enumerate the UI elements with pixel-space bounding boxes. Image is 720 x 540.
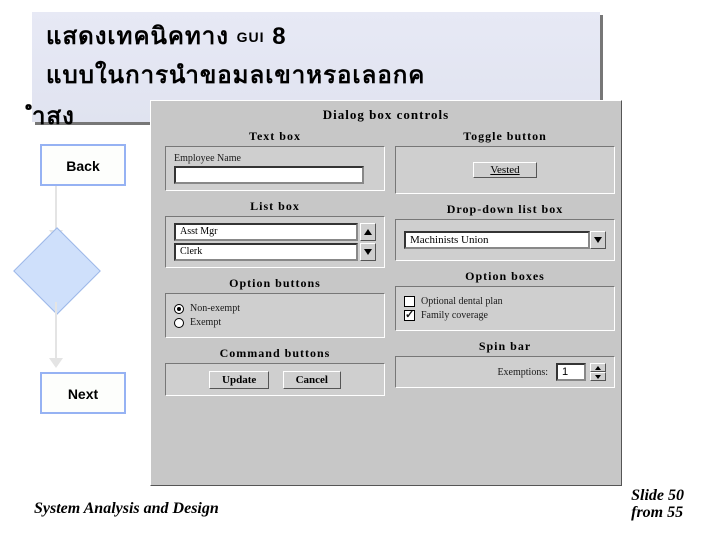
checks-label: Option boxes — [395, 269, 615, 284]
section-cmd: Command buttons Update Cancel — [165, 346, 385, 396]
arrow-line-2 — [55, 302, 57, 360]
dropdown-button[interactable] — [590, 231, 606, 249]
textbox-field-label: Employee Name — [174, 153, 376, 164]
section-listbox: List box Asst Mgr Clerk — [165, 199, 385, 268]
check-family[interactable] — [404, 310, 415, 321]
dropdown-control[interactable]: Machinists Union — [404, 231, 606, 249]
section-spin: Spin bar Exemptions: 1 — [395, 339, 615, 388]
cancel-button[interactable]: Cancel — [283, 371, 341, 389]
spin-caption: Exemptions: — [497, 367, 548, 378]
check-label-1: Optional dental plan — [421, 296, 503, 307]
update-button[interactable]: Update — [209, 371, 269, 389]
scroll-up-button[interactable] — [360, 223, 376, 241]
back-label: Back — [66, 158, 99, 174]
chevron-down-icon — [595, 375, 601, 379]
next-label: Next — [68, 386, 98, 402]
cancel-label: Cancel — [296, 374, 328, 386]
chevron-up-icon — [595, 366, 601, 370]
dropdown-label: Drop-down list box — [395, 202, 615, 217]
back-box[interactable]: Back — [40, 144, 126, 186]
radio-exempt[interactable] — [174, 318, 184, 328]
title-line-3: ำสง — [32, 96, 75, 135]
section-radios: Option buttons Non-exempt Exempt — [165, 276, 385, 338]
chevron-down-icon — [364, 249, 372, 255]
title-line-2: แบบในการนำขอมลเขาหรอเลอกค — [46, 55, 586, 94]
section-checks: Option boxes Optional dental plan Family… — [395, 269, 615, 331]
textbox-label: Text box — [165, 129, 385, 144]
title-line-1: แสดงเทคนิคทาง GUI 8 — [46, 16, 586, 55]
toggle-value: Vested — [490, 164, 519, 176]
spin-up-button[interactable] — [590, 363, 606, 372]
employee-name-input[interactable] — [174, 166, 364, 184]
vested-toggle[interactable]: Vested — [473, 162, 536, 178]
chevron-up-icon — [364, 229, 372, 235]
spin-down-button[interactable] — [590, 372, 606, 381]
radio-nonexempt[interactable] — [174, 304, 184, 314]
panel-title: Dialog box controls — [151, 101, 621, 131]
arrow-line-1 — [55, 186, 57, 232]
toggle-label: Toggle button — [395, 129, 615, 144]
scroll-down-button[interactable] — [360, 243, 376, 261]
decision-diamond — [13, 227, 101, 315]
col-right: Toggle button Vested Drop-down list box … — [395, 129, 615, 396]
radio-label-2: Exempt — [190, 317, 221, 328]
dropdown-value: Machinists Union — [404, 231, 590, 249]
spin-label: Spin bar — [395, 339, 615, 354]
section-textbox: Text box Employee Name — [165, 129, 385, 191]
check-label-2: Family coverage — [421, 310, 488, 321]
list-item[interactable]: Asst Mgr — [174, 223, 358, 241]
spin-value: 1 — [556, 363, 586, 381]
col-left: Text box Employee Name List box Asst Mgr… — [165, 129, 385, 404]
footer-left: System Analysis and Design — [34, 500, 219, 518]
dialog-panel: Dialog box controls Text box Employee Na… — [150, 100, 622, 486]
update-label: Update — [222, 374, 256, 386]
listbox-label: List box — [165, 199, 385, 214]
section-dropdown: Drop-down list box Machinists Union — [395, 202, 615, 261]
arrow-head-2 — [49, 358, 63, 368]
check-dental[interactable] — [404, 296, 415, 307]
spin-control[interactable]: 1 — [556, 363, 606, 381]
slide-total: from 55 — [631, 504, 684, 522]
title-text-a: แสดงเทคนิคทาง — [46, 23, 229, 50]
next-box[interactable]: Next — [40, 372, 126, 414]
chevron-down-icon — [594, 237, 602, 243]
slide-number: Slide 50 — [631, 487, 684, 505]
list-item[interactable]: Clerk — [174, 243, 358, 261]
title-gui: GUI — [237, 29, 265, 45]
section-toggle: Toggle button Vested — [395, 129, 615, 194]
radios-label: Option buttons — [165, 276, 385, 291]
title-text-b: 8 — [272, 23, 286, 50]
footer-right: Slide 50 from 55 — [631, 487, 684, 522]
radio-label-1: Non-exempt — [190, 303, 240, 314]
cmd-label: Command buttons — [165, 346, 385, 361]
